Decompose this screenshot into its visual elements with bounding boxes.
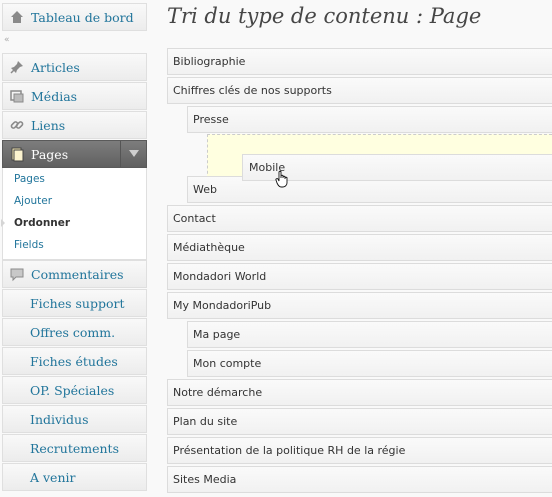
menu-item-liens[interactable]: Liens [2, 111, 147, 139]
sortable-item[interactable]: Sites Media [167, 466, 552, 493]
current-caret-icon [1, 219, 5, 227]
sortable-item[interactable]: Bibliographie [167, 48, 552, 75]
submenu-item-fields[interactable]: Fields [3, 234, 146, 256]
grab-cursor-icon [275, 170, 288, 188]
menu-label: Commentaires [31, 266, 124, 282]
sortable-item[interactable]: Plan du site [167, 408, 552, 435]
submenu-label: Ordonner [14, 217, 71, 229]
chevron-down-icon [128, 150, 139, 157]
pin-icon [9, 59, 25, 75]
sortable-item[interactable]: Ma page [187, 321, 552, 348]
menu-label: Médias [31, 88, 78, 104]
admin-sidebar: Tableau de bord « Articles Médias Liens … [0, 0, 148, 497]
menu-item-fiches-support[interactable]: Fiches support [2, 289, 147, 317]
pages-icon [9, 146, 25, 162]
sortable-item[interactable]: My MondadoriPub [167, 292, 552, 319]
menu-item-dashboard[interactable]: Tableau de bord [2, 3, 147, 31]
sortable-item[interactable]: Médiathèque [167, 234, 552, 261]
collapse-menu-icon[interactable]: « [4, 35, 10, 45]
media-icon [9, 88, 25, 104]
link-icon [9, 117, 25, 133]
sortable-item[interactable]: Chiffres clés de nos supports [167, 77, 552, 104]
menu-item-fiches-etudes[interactable]: Fiches études [2, 347, 147, 375]
menu-label: Articles [31, 59, 80, 75]
menu-item-recrutements[interactable]: Recrutements [2, 434, 147, 462]
menu-item-offres-comm[interactable]: Offres comm. [2, 318, 147, 346]
sortable-item[interactable]: Mon compte [187, 350, 552, 377]
menu-label: Liens [31, 117, 66, 133]
page-title: Tri du type de contenu : Page [167, 4, 482, 28]
menu-item-a-venir[interactable]: A venir [2, 463, 147, 491]
menu-item-commentaires[interactable]: Commentaires [2, 260, 147, 288]
sortable-item[interactable]: Notre démarche [167, 379, 552, 406]
submenu-toggle[interactable] [120, 141, 146, 167]
menu-item-op-speciales[interactable]: OP. Spéciales [2, 376, 147, 404]
menu-label: Tableau de bord [31, 9, 134, 25]
sortable-item[interactable]: Contact [167, 205, 552, 232]
sortable-item[interactable]: Mondadori World [167, 263, 552, 290]
menu-label: Pages [31, 146, 69, 162]
menu-item-individus[interactable]: Individus [2, 405, 147, 433]
submenu-item-pages[interactable]: Pages [3, 168, 146, 190]
menu-item-pages[interactable]: Pages [2, 140, 147, 168]
sortable-item[interactable]: Presse [187, 106, 552, 133]
sortable-item[interactable]: Présentation de la politique RH de la ré… [167, 437, 552, 464]
home-icon [9, 9, 25, 25]
menu-item-medias[interactable]: Médias [2, 82, 147, 110]
submenu-item-ajouter[interactable]: Ajouter [3, 190, 146, 212]
menu-item-articles[interactable]: Articles [2, 53, 147, 81]
submenu-item-ordonner[interactable]: Ordonner [1, 212, 146, 234]
comment-icon [9, 266, 25, 282]
pages-submenu: Pages Ajouter Ordonner Fields [1, 168, 147, 260]
